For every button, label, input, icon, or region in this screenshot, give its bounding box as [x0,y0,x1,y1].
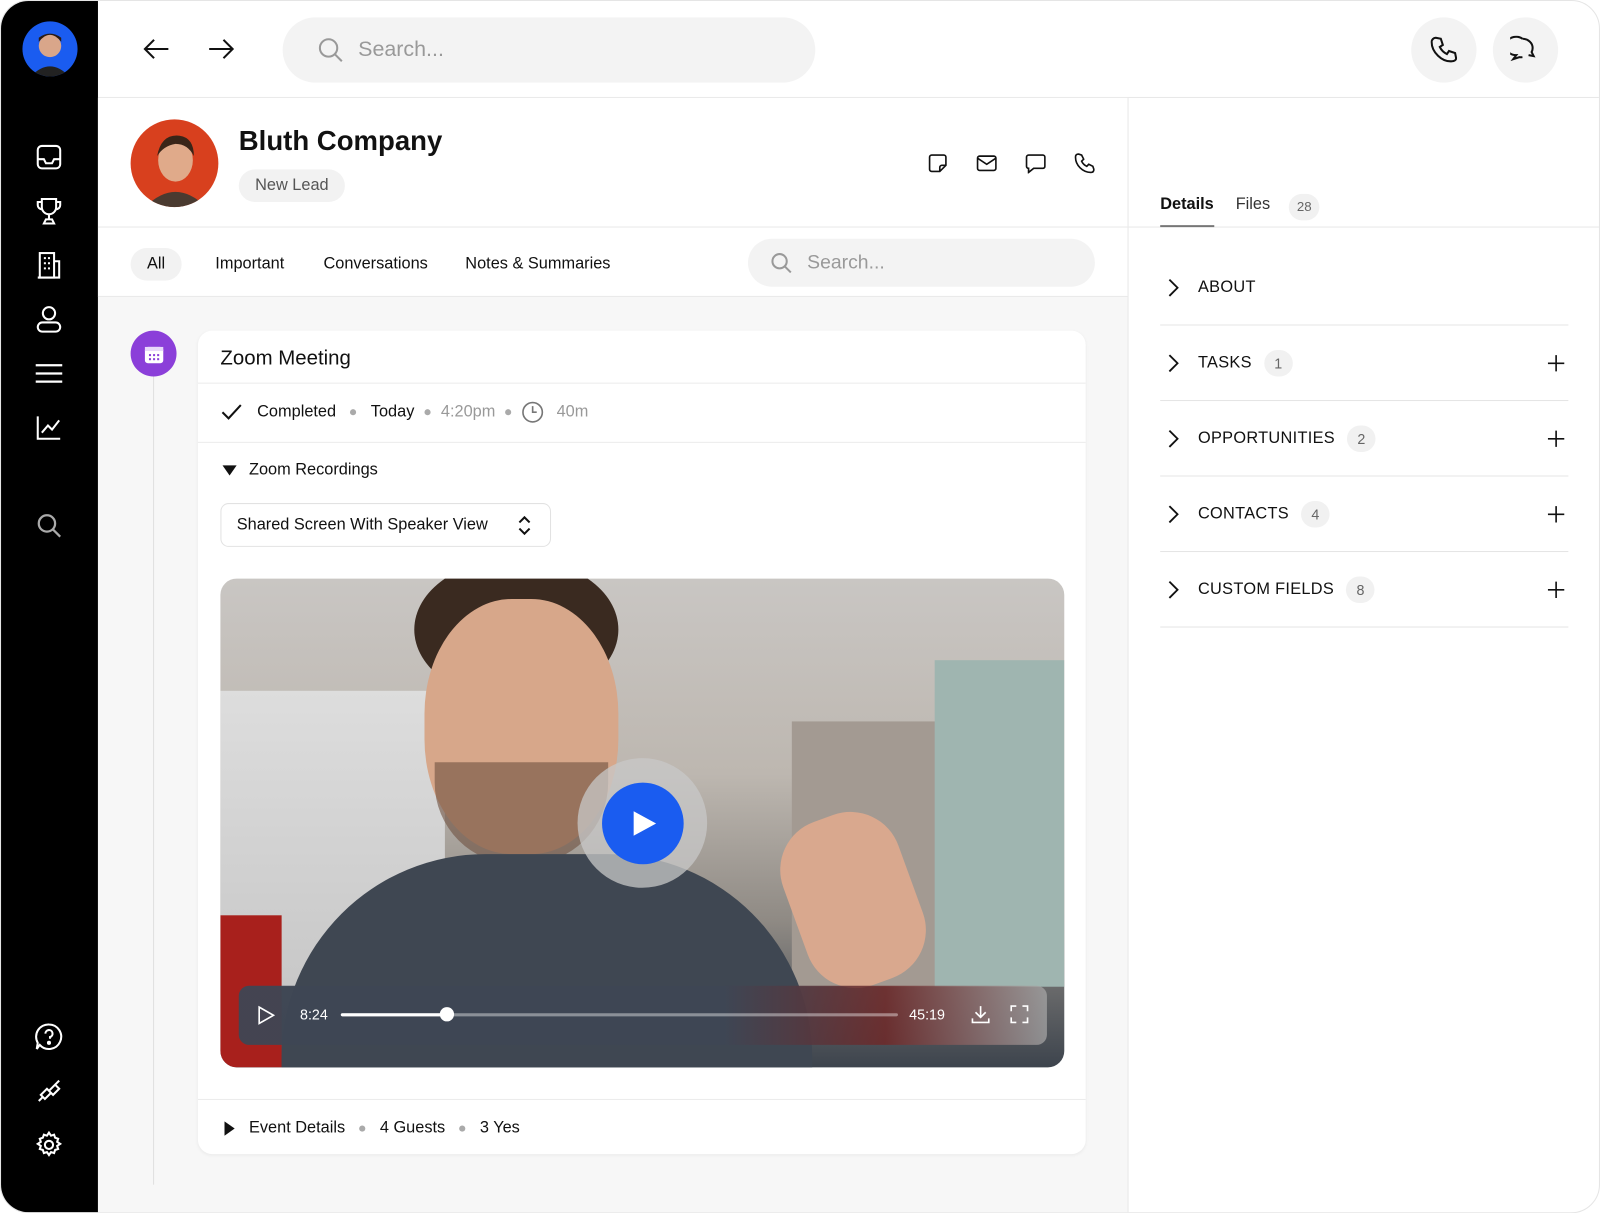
tab-files[interactable]: Files [1236,196,1270,214]
activity-title: Zoom Meeting [220,346,351,370]
event-details-row[interactable]: Event Details 4 Guests 3 Yes [224,1116,520,1140]
chart-icon[interactable] [32,410,67,445]
yes-count: 3 Yes [479,1119,520,1137]
files-count: 28 [1288,193,1320,221]
play-icon [633,810,656,836]
duration-text: 40m [556,403,589,421]
status-text: Completed [257,403,337,421]
caret-right-icon [224,1121,235,1136]
video-player[interactable]: 8:24 45:19 [220,578,1065,1068]
caret-down-icon [222,465,237,476]
section-about[interactable]: ABOUT [1160,250,1569,326]
day-text: Today [370,403,415,421]
chevron-updown-icon [518,515,531,535]
play-overlay-button[interactable] [577,758,708,888]
global-search-input[interactable]: Search... [282,17,816,83]
phone-icon[interactable] [1074,153,1095,174]
section-label: CUSTOM FIELDS [1197,580,1335,598]
back-arrow-icon[interactable] [142,35,171,64]
main-panel: Bluth Company New Lead All Important Con… [97,97,1129,1213]
section-count: 8 [1346,576,1375,603]
chat-icon [1510,35,1536,62]
section-custom-fields[interactable]: CUSTOM FIELDS 8 [1160,552,1569,628]
guests-count: 4 Guests [379,1119,446,1137]
event-details-label: Event Details [248,1119,346,1137]
company-header: Bluth Company New Lead [97,97,1128,228]
search-placeholder: Search... [807,251,885,273]
chevron-right-icon [1168,353,1179,372]
download-icon[interactable] [970,1004,990,1024]
recordings-label: Zoom Recordings [248,461,378,479]
trophy-icon[interactable] [32,194,67,229]
activity-search-input[interactable]: Search... [747,238,1095,287]
chevron-right-icon [1168,580,1179,599]
activity-card: Zoom Meeting Completed Today 4:20pm 40m … [197,330,1086,1155]
section-contacts[interactable]: CONTACTS 4 [1160,477,1569,553]
gear-icon[interactable] [32,1128,67,1163]
recordings-toggle[interactable]: Zoom Recordings [222,461,378,479]
tab-all[interactable]: All [130,247,182,281]
section-label: TASKS [1197,353,1252,371]
section-count: 2 [1347,424,1376,452]
activity-meta: Completed Today 4:20pm 40m [220,400,588,424]
chevron-right-icon [1168,429,1179,448]
search-placeholder: Search... [358,37,444,62]
search-icon [318,38,343,62]
section-count: 1 [1264,349,1293,377]
calendar-icon [130,330,177,377]
tab-notes-summaries[interactable]: Notes & Summaries [449,248,627,281]
section-label: OPPORTUNITIES [1197,429,1335,447]
time-text: 4:20pm [440,403,496,421]
tab-details[interactable]: Details [1160,196,1214,214]
chevron-right-icon [1168,278,1179,297]
company-name: Bluth Company [238,125,443,157]
user-avatar[interactable] [22,21,78,77]
fullscreen-icon[interactable] [1009,1004,1029,1024]
view-select-value: Shared Screen With Speaker View [236,515,488,534]
plus-icon[interactable] [1544,577,1568,601]
search-icon [771,252,792,273]
seek-bar[interactable] [340,1007,898,1022]
chat-button[interactable] [1492,17,1559,83]
search-icon[interactable] [32,508,67,543]
timeline-line [153,358,155,1185]
user-icon[interactable] [32,302,67,337]
section-label: ABOUT [1197,278,1256,296]
forward-arrow-icon[interactable] [207,35,236,64]
note-icon[interactable] [928,153,948,173]
check-icon [221,404,242,420]
building-icon[interactable] [32,248,67,283]
player-controls: 8:24 45:19 [238,985,1047,1045]
phone-icon [1430,36,1458,63]
plus-icon[interactable] [1544,426,1568,450]
plus-icon[interactable] [1544,351,1568,375]
section-opportunities[interactable]: OPPORTUNITIES 2 [1160,401,1569,477]
play-icon[interactable] [257,1005,276,1025]
chevron-right-icon [1168,504,1179,523]
help-icon[interactable] [32,1019,67,1054]
seek-handle[interactable] [439,1007,454,1022]
list-icon[interactable] [32,356,67,391]
plus-icon[interactable] [1544,502,1568,526]
seek-bar-fill [340,1013,447,1017]
view-select[interactable]: Shared Screen With Speaker View [220,503,552,547]
filter-bar: All Important Conversations Notes & Summ… [97,227,1128,297]
section-label: CONTACTS [1197,504,1289,522]
inbox-icon[interactable] [32,140,67,175]
top-bar: Search... [97,1,1599,98]
sidebar [1,1,98,1213]
total-time: 45:19 [909,1006,945,1023]
plug-icon[interactable] [32,1073,67,1108]
section-count: 4 [1301,500,1330,528]
tab-important[interactable]: Important [199,248,301,281]
clock-icon [522,401,544,423]
status-badge[interactable]: New Lead [238,169,345,203]
phone-button[interactable] [1411,17,1477,83]
tab-conversations[interactable]: Conversations [307,248,444,281]
message-icon[interactable] [1025,153,1046,174]
company-avatar [130,119,219,208]
section-tasks[interactable]: TASKS 1 [1160,326,1569,402]
current-time: 8:24 [299,1006,328,1023]
email-icon[interactable] [976,154,997,172]
